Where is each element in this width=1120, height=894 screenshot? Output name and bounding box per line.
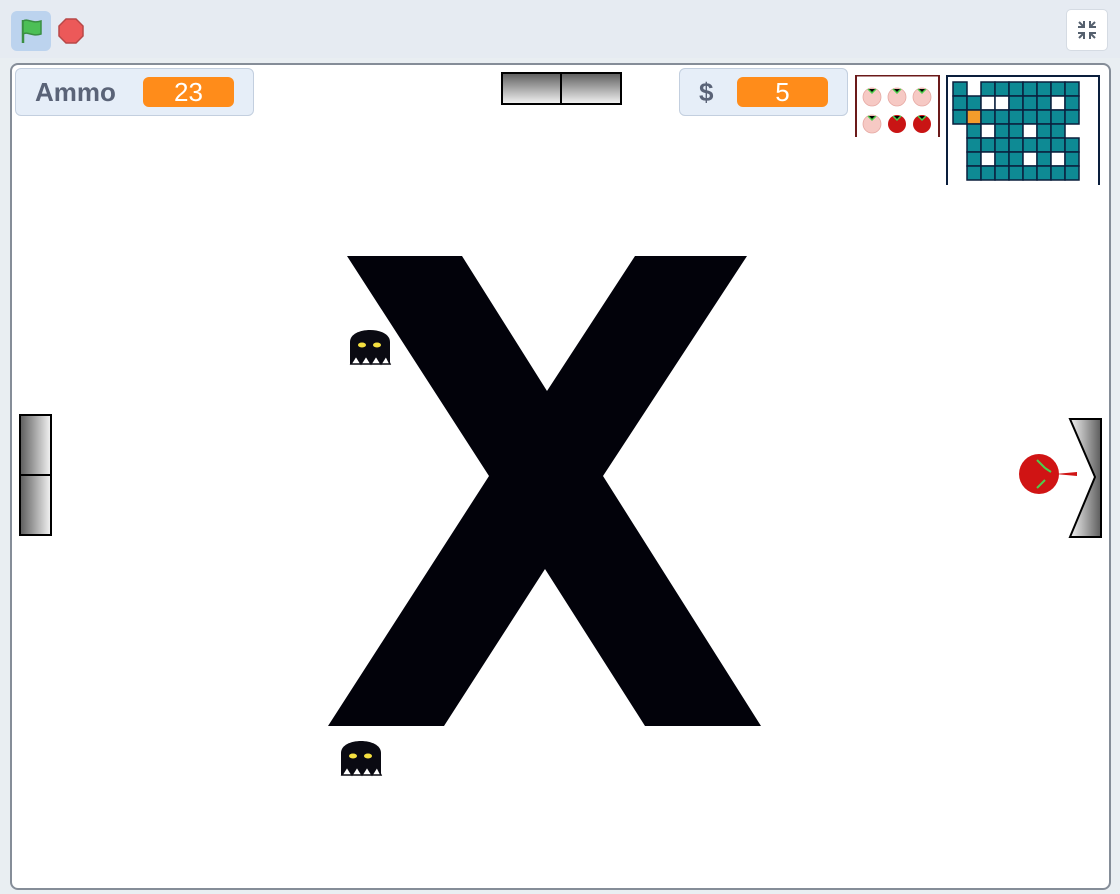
top-door [501,72,622,105]
minimap-room [1050,165,1066,181]
green-flag-button[interactable] [11,11,51,51]
money-label: $ [699,76,714,107]
money-monitor: $ 5 [679,68,848,116]
minimap-room [1022,165,1038,181]
minimap-room [1036,151,1052,167]
ammo-value: 23 [143,77,234,107]
minimap-room [1036,81,1052,97]
minimap-room [1008,151,1024,167]
minimap-room [1050,81,1066,97]
minimap-room [1022,109,1038,125]
minimap-room [1036,109,1052,125]
minimap-room [1022,123,1038,139]
minimap-room [980,109,996,125]
minimap-room [980,95,996,111]
hooded-ghost-enemy [349,330,392,366]
minimap-room [1064,137,1080,153]
minimap-room [966,95,982,111]
minimap-room [966,165,982,181]
minimap-room [980,81,996,97]
minimap-room [1050,137,1066,153]
minimap-room [1064,109,1080,125]
minimap-room [1008,137,1024,153]
minimap-room [1064,95,1080,111]
minimap-room [1008,109,1024,125]
stage-toolbar [0,0,1120,58]
minimap-room [1022,137,1038,153]
minimap-room [952,81,968,97]
minimap-room [1050,123,1066,139]
minimap-room [1050,95,1066,111]
minimap-room [994,123,1010,139]
ammo-label: Ammo [35,76,116,107]
minimap-room [1008,95,1024,111]
stop-sign-icon [58,18,84,44]
minimap-room [980,137,996,153]
lives-display [855,75,940,137]
minimap-room [1064,151,1080,167]
minimap-room [1008,81,1024,97]
minimap [946,75,1101,192]
minimap-room [966,123,982,139]
minimap-room [1008,165,1024,181]
minimap-room [1036,95,1052,111]
minimap-room [966,151,982,167]
minimap-room [980,151,996,167]
minimap-current-room [966,109,982,125]
minimap-room [994,137,1010,153]
hooded-ghost-enemy [340,741,383,777]
exit-fullscreen-button[interactable] [1066,9,1108,51]
minimap-room [1036,123,1052,139]
minimap-room [1022,81,1038,97]
minimap-room [952,95,968,111]
minimap-room [1064,165,1080,181]
minimap-room [1036,165,1052,181]
minimap-room [966,137,982,153]
minimap-room [980,165,996,181]
minimap-room [1008,123,1024,139]
minimap-room [1022,151,1038,167]
minimap-room [1064,81,1080,97]
minimap-room [994,95,1010,111]
green-flag-icon [21,19,42,43]
minimap-room [1036,137,1052,153]
minimap-room [980,123,996,139]
money-value: 5 [737,77,828,107]
minimap-room [994,165,1010,181]
game-stage[interactable]: Ammo 23 $ 5 [10,63,1111,890]
minimap-room [952,109,968,125]
minimap-room [1022,95,1038,111]
red-tomato-player [1019,454,1077,494]
minimap-room [994,81,1010,97]
exit-fullscreen-icon [1078,21,1096,39]
ammo-monitor: Ammo 23 [15,68,254,116]
minimap-room [1050,109,1066,125]
left-door [19,414,52,536]
minimap-room [994,151,1010,167]
stop-button[interactable] [56,16,86,46]
minimap-room [994,109,1010,125]
minimap-room [1050,151,1066,167]
